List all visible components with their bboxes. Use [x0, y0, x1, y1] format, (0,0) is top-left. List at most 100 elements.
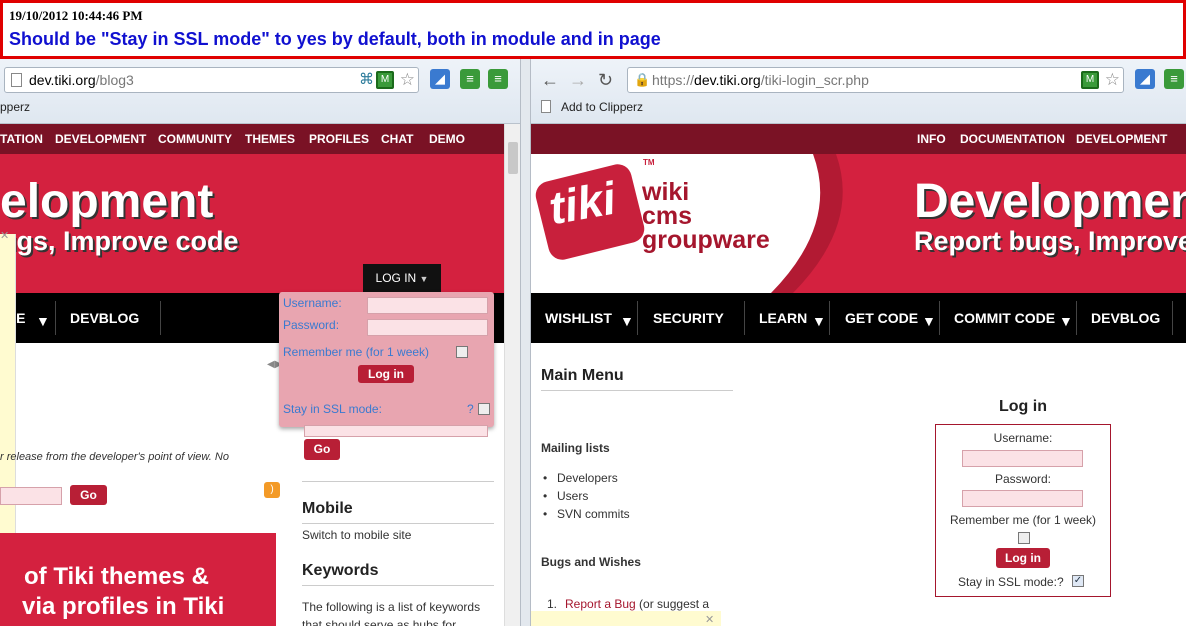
ssl-help-link[interactable]: ?: [467, 402, 474, 416]
scrollbar[interactable]: [504, 124, 520, 626]
ssl-checkbox[interactable]: ✓: [1072, 575, 1084, 587]
url-path: /blog3: [95, 72, 134, 88]
logo-area: tiki TM wiki cms groupware: [531, 154, 871, 293]
close-icon[interactable]: ✕: [0, 229, 9, 242]
bullet: •: [543, 507, 548, 521]
close-icon[interactable]: ✕: [705, 613, 714, 626]
nav-separator: [637, 301, 638, 335]
mailing-link-developers[interactable]: Developers: [557, 471, 618, 485]
login-dropdown: Username: Password: Remember me (for 1 w…: [279, 292, 494, 427]
extension-icon[interactable]: ≡: [488, 69, 508, 89]
main-nav-item[interactable]: GET CODE: [845, 310, 918, 326]
left-browser-chrome: dev.tiki.org/blog3 ⌘ M ☆ ◢ ≡ ≡ pperz: [0, 59, 520, 124]
ssl-checkbox[interactable]: [478, 403, 490, 415]
login-button[interactable]: Log in: [358, 365, 414, 383]
shield-icon[interactable]: M: [376, 71, 394, 89]
top-nav-item[interactable]: TATION: [0, 132, 43, 146]
password-input[interactable]: [962, 490, 1083, 507]
mobile-link[interactable]: Switch to mobile site: [302, 528, 411, 542]
reload-icon[interactable]: ↻: [598, 71, 613, 89]
annotation-timestamp: 19/10/2012 10:44:46 PM: [9, 8, 143, 23]
remember-checkbox[interactable]: [1018, 532, 1030, 544]
main-nav-item[interactable]: LEARN: [759, 310, 807, 326]
page-icon: [11, 73, 22, 87]
forward-arrow-icon[interactable]: →: [569, 71, 587, 89]
chevron-down-icon: ▼: [36, 313, 50, 329]
ssl-label: Stay in SSL mode:?: [958, 575, 1064, 589]
report-bug-link[interactable]: Report a Bug: [565, 597, 636, 611]
site-top-nav: TATION DEVELOPMENT COMMUNITY THEMES PROF…: [0, 124, 520, 154]
network-icon[interactable]: ⌘: [359, 68, 374, 92]
login-title: Log in: [999, 398, 1047, 415]
bookmark-item[interactable]: Add to Clipperz: [561, 100, 643, 114]
top-nav-item[interactable]: PROFILES: [309, 132, 369, 146]
username-label: Username:: [993, 431, 1053, 445]
extension-icon[interactable]: ≡: [460, 69, 480, 89]
keywords-text: that should serve as hubs for: [302, 618, 457, 626]
rss-icon[interactable]: ): [264, 482, 280, 498]
nav-separator: [160, 301, 161, 335]
back-arrow-icon[interactable]: ←: [541, 71, 559, 89]
username-input[interactable]: [367, 297, 488, 314]
search-input[interactable]: [304, 425, 488, 437]
top-nav-item[interactable]: DEMO: [429, 132, 465, 146]
left-address-bar[interactable]: dev.tiki.org/blog3 ⌘ M ☆: [4, 67, 419, 93]
top-nav-item[interactable]: INFO: [917, 132, 946, 146]
logo-line: wiki: [642, 178, 690, 206]
divider: [541, 390, 733, 391]
mailing-link-svn[interactable]: SVN commits: [557, 507, 630, 521]
page-icon: [541, 100, 551, 113]
right-browser-chrome: ← → ↻ 🔒 https://dev.tiki.org/tiki-login_…: [531, 59, 1186, 124]
username-input[interactable]: [962, 450, 1083, 467]
divider: [302, 585, 494, 586]
bullet: •: [543, 489, 548, 503]
login-button[interactable]: Log in: [996, 548, 1050, 568]
main-menu-title: Main Menu: [541, 367, 624, 384]
main-nav-item[interactable]: DEVBLOG: [1091, 310, 1160, 326]
logo-tagline: wiki cms groupware: [642, 178, 770, 253]
site-hero: elopment ugs, Improve code LOG IN ▼: [0, 154, 520, 293]
top-nav-item[interactable]: DEVELOPMENT: [55, 132, 146, 146]
go-button[interactable]: Go: [70, 485, 107, 505]
logo-line: cms: [642, 202, 693, 230]
search-input[interactable]: [0, 487, 62, 505]
keywords-title: Keywords: [302, 562, 379, 579]
logo-word: tiki: [544, 171, 620, 235]
top-nav-item[interactable]: DEVELOPMENT: [1076, 132, 1167, 146]
promo-banner: of Tiki themes & via profiles in Tiki: [0, 533, 276, 626]
extension-icon[interactable]: ◢: [1135, 69, 1155, 89]
keywords-text: The following is a list of keywords: [302, 600, 481, 614]
top-nav-item[interactable]: DOCUMENTATION: [960, 132, 1065, 146]
list-number: 1.: [547, 597, 558, 611]
url-host: dev.tiki.org: [694, 72, 761, 88]
go-button[interactable]: Go: [304, 439, 340, 460]
mailing-link-users[interactable]: Users: [557, 489, 588, 503]
top-nav-item[interactable]: COMMUNITY: [158, 132, 232, 146]
bookmark-item[interactable]: pperz: [0, 100, 30, 114]
extension-icon[interactable]: ◢: [430, 69, 450, 89]
main-nav-item[interactable]: SECURITY: [653, 310, 724, 326]
scrollbar-thumb[interactable]: [508, 142, 518, 174]
nav-separator: [939, 301, 940, 335]
main-nav-item[interactable]: COMMIT CODE: [954, 310, 1055, 326]
password-input[interactable]: [367, 319, 488, 336]
star-icon[interactable]: ☆: [1105, 68, 1120, 92]
shield-icon[interactable]: M: [1081, 71, 1099, 89]
top-nav-item[interactable]: CHAT: [381, 132, 413, 146]
site-hero: tiki TM wiki cms groupware Developmen Re…: [531, 154, 1186, 293]
main-nav-item[interactable]: DEVBLOG: [70, 310, 139, 326]
login-toggle-button[interactable]: LOG IN ▼: [363, 264, 441, 293]
top-nav-item[interactable]: THEMES: [245, 132, 295, 146]
divider: [302, 481, 494, 482]
right-address-bar[interactable]: 🔒 https://dev.tiki.org/tiki-login_scr.ph…: [627, 67, 1124, 93]
annotation-message: Should be "Stay in SSL mode" to yes by d…: [9, 29, 661, 49]
main-nav-item[interactable]: WISHLIST: [545, 310, 612, 326]
bullet: •: [543, 471, 548, 485]
lock-icon[interactable]: 🔒: [634, 68, 650, 92]
window-divider[interactable]: [520, 59, 531, 626]
star-icon[interactable]: ☆: [400, 68, 415, 92]
release-text: r release from the developer's point of …: [0, 451, 229, 463]
remember-checkbox[interactable]: [456, 346, 468, 358]
chevron-down-icon: ▼: [1059, 313, 1073, 329]
extension-icon[interactable]: ≡: [1164, 69, 1184, 89]
